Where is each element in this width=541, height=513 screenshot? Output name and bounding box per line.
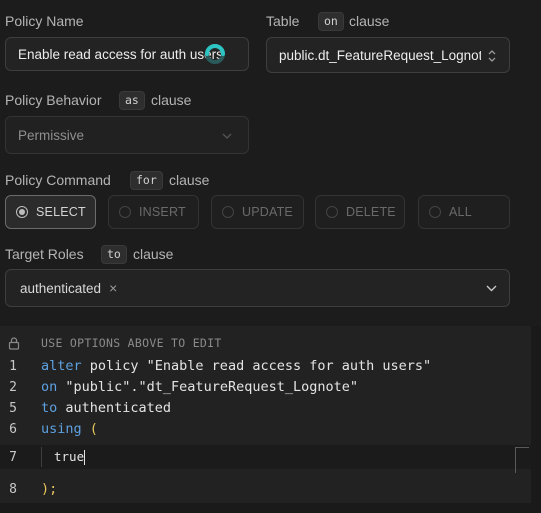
code-text: policy "Enable read access for auth user…: [81, 358, 432, 374]
command-option-label: ALL: [449, 205, 472, 219]
to-clause-chip: to: [101, 245, 127, 264]
line-number: 5: [9, 401, 17, 416]
role-tag: authenticated ×: [20, 280, 117, 296]
line-number: 1: [9, 359, 17, 374]
table-select[interactable]: public.dt_FeatureRequest_Lognote: [266, 37, 510, 73]
code-paren: );: [41, 481, 58, 497]
line-number: 7: [9, 450, 17, 465]
remove-role-icon[interactable]: ×: [109, 280, 117, 296]
read-only-notice: USE OPTIONS ABOVE TO EDIT: [41, 336, 222, 350]
chevron-down-icon: [222, 133, 232, 139]
code-paren: (: [81, 421, 98, 437]
chevron-down-icon: [486, 285, 497, 292]
loading-spinner-icon: [205, 44, 225, 64]
radio-dot-icon: [326, 206, 338, 218]
policy-behavior-select[interactable]: Permissive: [5, 116, 249, 154]
target-roles-select[interactable]: authenticated ×: [5, 269, 510, 307]
line-number: 8: [9, 482, 17, 497]
as-clause-chip: as: [119, 91, 145, 110]
radio-dot-icon: [429, 206, 441, 218]
code-line: using (: [41, 421, 98, 437]
code-line: to authenticated: [41, 400, 171, 416]
radio-dot-icon: [119, 206, 131, 218]
policy-command-label: Policy Command: [5, 172, 111, 188]
command-option-label: SELECT: [36, 205, 86, 219]
code-keyword: on: [41, 379, 58, 395]
on-clause-chip: on: [318, 12, 344, 31]
code-line: on "public"."dt_FeatureRequest_Lognote": [41, 379, 358, 395]
radio-dot-icon: [16, 206, 28, 218]
editor-scrollbar[interactable]: [515, 447, 529, 473]
roles-clause-word: clause: [133, 246, 174, 262]
updown-chevron-icon: [488, 50, 496, 62]
text-cursor: [84, 450, 86, 465]
code-keyword: alter: [41, 358, 82, 374]
line-number: 6: [9, 422, 17, 437]
code-text: authenticated: [57, 400, 172, 416]
policy-behavior-value: Permissive: [18, 127, 85, 143]
code-keyword: to: [41, 400, 58, 416]
table-select-value: public.dt_FeatureRequest_Lognote: [279, 47, 481, 63]
role-tag-label: authenticated: [20, 280, 102, 296]
command-option-update[interactable]: UPDATE: [211, 195, 304, 229]
command-option-delete[interactable]: DELETE: [315, 195, 405, 229]
command-option-label: UPDATE: [242, 205, 293, 219]
code-line: alter policy "Enable read access for aut…: [41, 358, 431, 374]
command-option-insert[interactable]: INSERT: [108, 195, 199, 229]
table-label: Table: [266, 13, 300, 29]
command-option-select[interactable]: SELECT: [5, 195, 96, 229]
code-keyword: using: [41, 421, 82, 437]
table-clause-word: clause: [349, 13, 390, 29]
for-clause-chip: for: [130, 171, 163, 190]
policy-name-value: Enable read access for auth users: [18, 46, 223, 62]
policy-behavior-label: Policy Behavior: [5, 92, 102, 108]
code-text: true: [54, 449, 85, 464]
behavior-clause-word: clause: [151, 92, 192, 108]
lock-icon: [8, 337, 20, 350]
command-option-label: DELETE: [346, 205, 396, 219]
sql-editor[interactable]: USE OPTIONS ABOVE TO EDIT 1 alter policy…: [0, 326, 541, 513]
indent-guide: [41, 447, 42, 467]
command-clause-word: clause: [169, 172, 210, 188]
target-roles-label: Target Roles: [5, 246, 84, 262]
editable-code-line[interactable]: true: [54, 449, 86, 465]
command-option-all[interactable]: ALL: [418, 195, 510, 229]
code-text: "public"."dt_FeatureRequest_Lognote": [57, 379, 358, 395]
radio-dot-icon: [222, 206, 234, 218]
policy-name-label: Policy Name: [5, 13, 84, 29]
command-option-label: INSERT: [139, 205, 186, 219]
line-number: 2: [9, 380, 17, 395]
